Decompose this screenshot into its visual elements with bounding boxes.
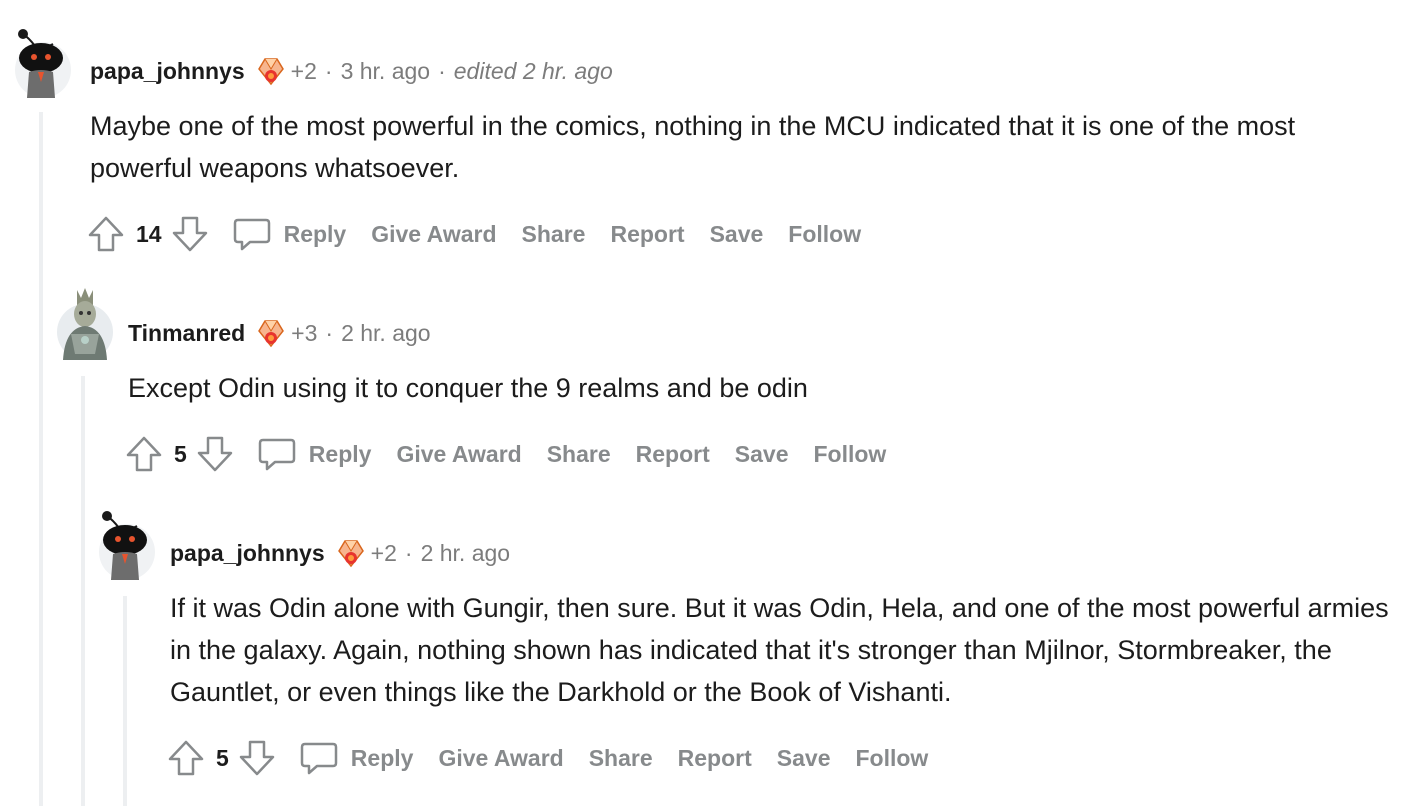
give-award-button[interactable]: Give Award (438, 745, 563, 772)
snoo-avatar-icon (102, 511, 147, 580)
follow-button[interactable]: Follow (856, 745, 929, 772)
comment-body: If it was Odin alone with Gungir, then s… (170, 593, 1389, 707)
comment-bubble-icon (300, 742, 338, 775)
downvote-icon[interactable] (237, 738, 277, 778)
comment-meta: papa_johnnys +2 · 2 hr. ago (170, 537, 510, 569)
flair-score: +2 (370, 539, 397, 566)
save-button[interactable]: Save (777, 745, 831, 772)
comment-actions: 5 Reply Give Award Share Report Save Fol… (166, 738, 953, 778)
username[interactable]: papa_johnnys (170, 540, 325, 567)
separator-dot: · (404, 539, 413, 566)
award-icon[interactable] (335, 537, 367, 569)
report-button[interactable]: Report (678, 745, 752, 772)
upvote-icon[interactable] (166, 738, 206, 778)
vote-score: 5 (216, 744, 229, 771)
comment: papa_johnnys +2 · 2 hr. ago If it was Od… (0, 0, 1426, 806)
share-button[interactable]: Share (589, 745, 653, 772)
reply-button[interactable]: Reply (299, 738, 414, 778)
reply-label: Reply (350, 744, 414, 771)
avatar[interactable] (99, 511, 155, 580)
timestamp[interactable]: 2 hr. ago (421, 540, 511, 567)
